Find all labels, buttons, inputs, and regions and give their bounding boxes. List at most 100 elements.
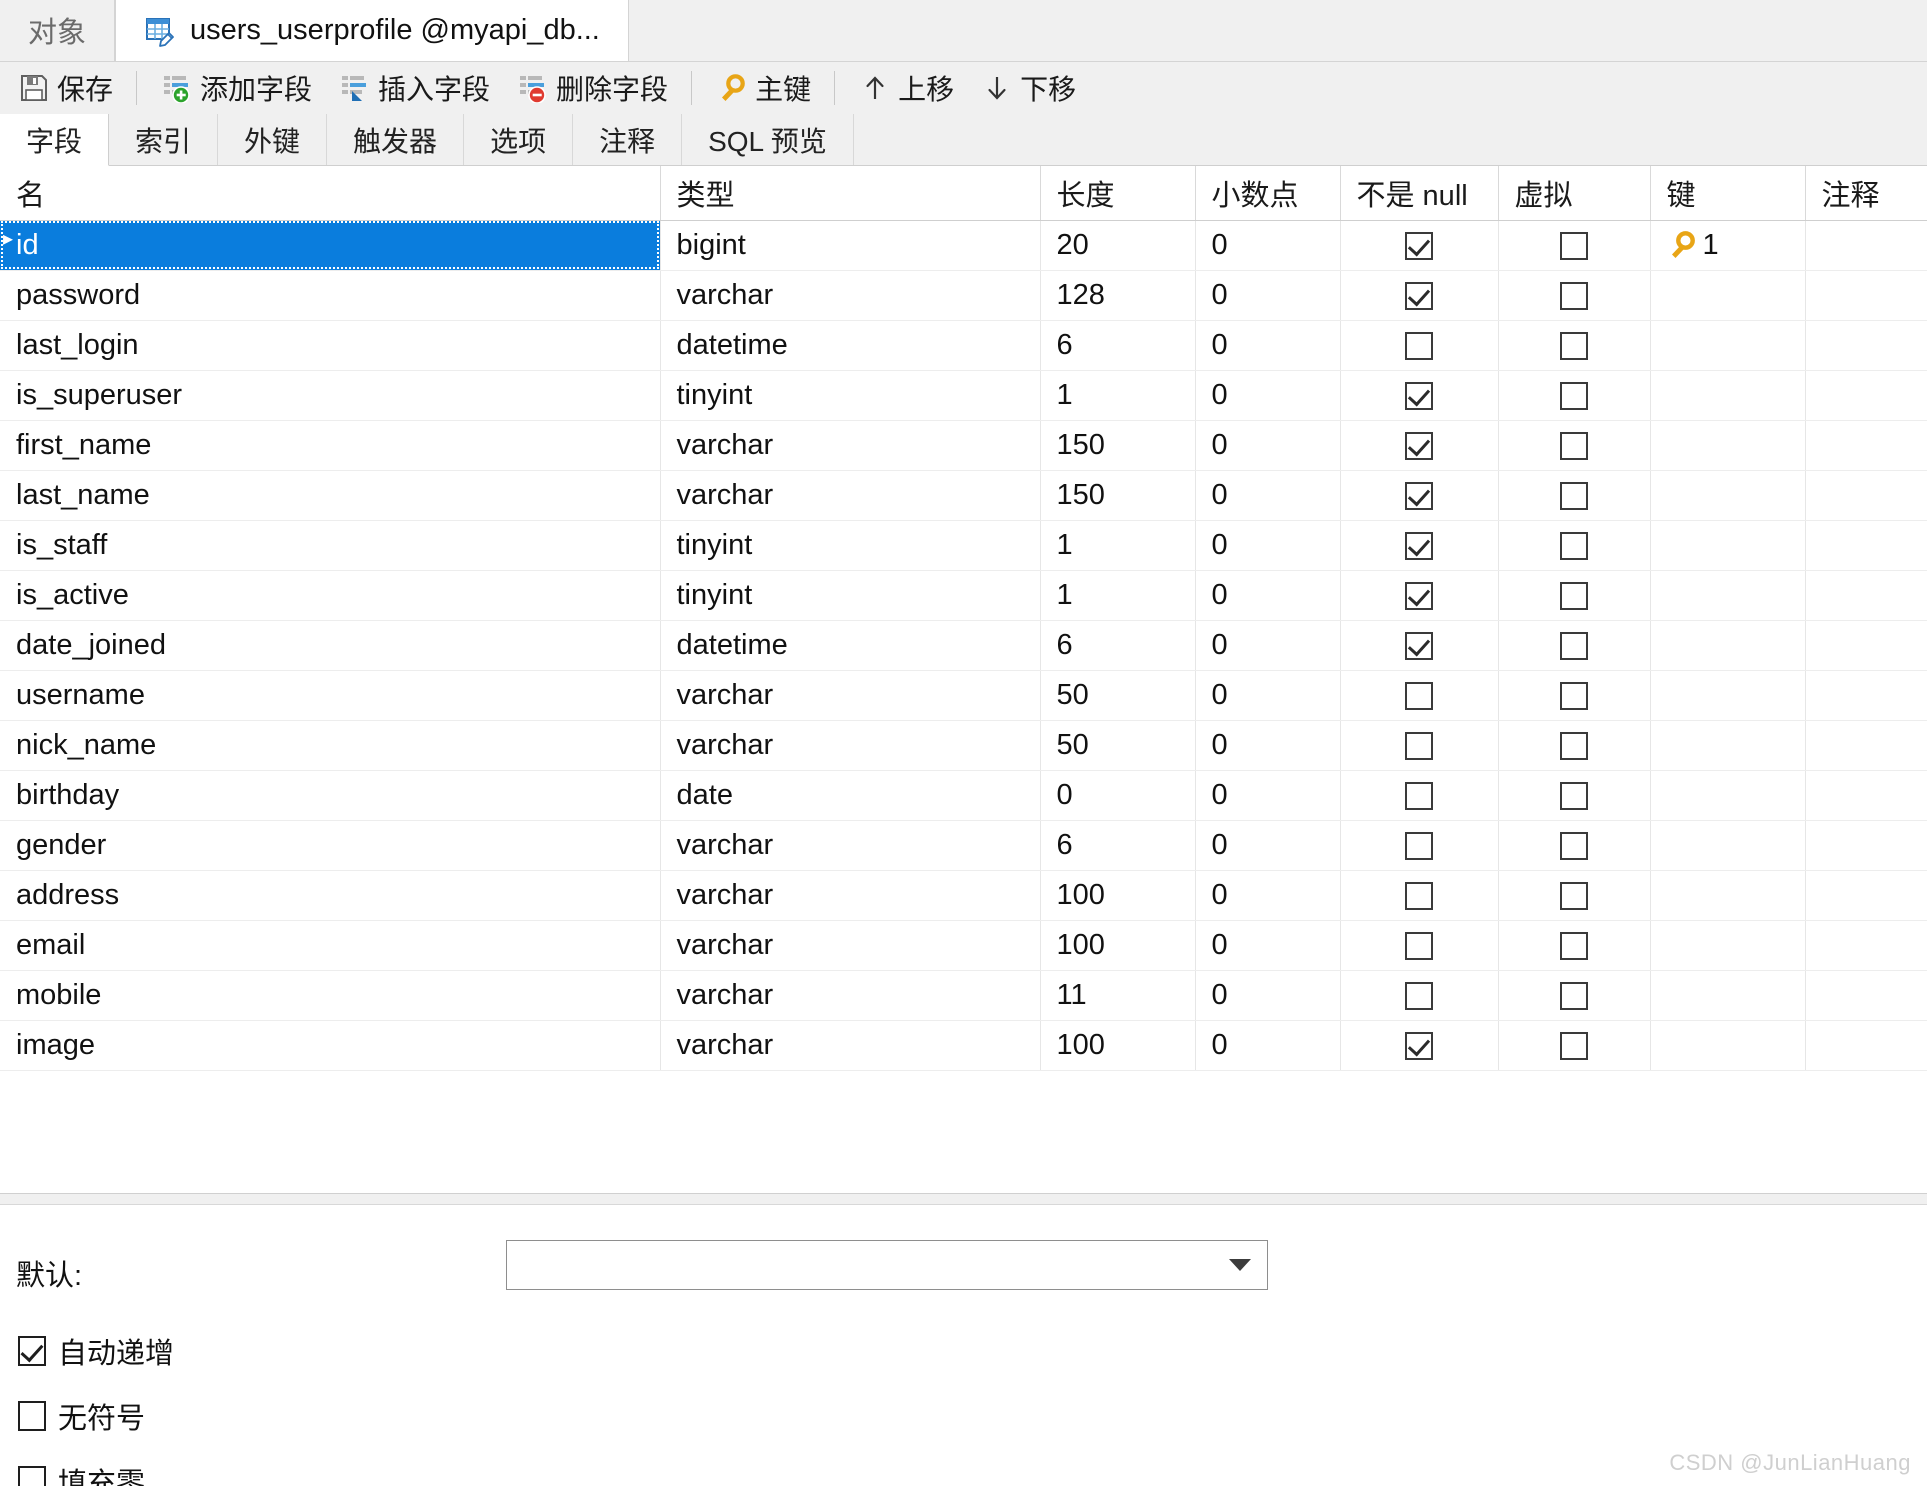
- cell-comment[interactable]: [1805, 620, 1927, 671]
- table-row[interactable]: is_superuser tinyint 1 0: [0, 370, 1927, 421]
- cell-key[interactable]: [1650, 420, 1806, 471]
- table-row[interactable]: birthday date 0 0: [0, 770, 1927, 821]
- tab-comment[interactable]: 注释: [573, 114, 683, 165]
- column-header-key[interactable]: 键: [1650, 166, 1806, 221]
- cell-not-null[interactable]: [1340, 670, 1499, 721]
- cell-field-type[interactable]: tinyint: [660, 570, 1041, 621]
- add-field-button[interactable]: 添加字段: [147, 65, 325, 111]
- cell-virtual[interactable]: [1498, 520, 1651, 571]
- cell-field-type[interactable]: varchar: [660, 920, 1041, 971]
- cell-key[interactable]: [1650, 570, 1806, 621]
- cell-field-name[interactable]: email: [0, 920, 661, 971]
- cell-not-null[interactable]: [1340, 770, 1499, 821]
- cell-key[interactable]: [1650, 770, 1806, 821]
- window-tab-table-designer[interactable]: users_userprofile @myapi_db...: [115, 0, 629, 61]
- cell-not-null[interactable]: [1340, 220, 1499, 271]
- cell-comment[interactable]: [1805, 970, 1927, 1021]
- delete-field-button[interactable]: 删除字段: [503, 65, 681, 111]
- cell-not-null[interactable]: [1340, 970, 1499, 1021]
- move-down-button[interactable]: 下移: [967, 65, 1089, 111]
- insert-field-button[interactable]: 插入字段: [325, 65, 503, 111]
- cell-field-length[interactable]: 1: [1040, 570, 1196, 621]
- cell-comment[interactable]: [1805, 470, 1927, 521]
- cell-field-length[interactable]: 50: [1040, 670, 1196, 721]
- not-null-checkbox[interactable]: [1405, 481, 1433, 510]
- cell-field-decimals[interactable]: 0: [1195, 520, 1341, 571]
- not-null-checkbox[interactable]: [1405, 1031, 1433, 1060]
- cell-field-type[interactable]: varchar: [660, 420, 1041, 471]
- table-row[interactable]: date_joined datetime 6 0: [0, 620, 1927, 671]
- cell-field-type[interactable]: varchar: [660, 670, 1041, 721]
- cell-field-decimals[interactable]: 0: [1195, 470, 1341, 521]
- unsigned-option[interactable]: 无符号: [18, 1395, 145, 1437]
- cell-key[interactable]: [1650, 520, 1806, 571]
- cell-comment[interactable]: [1805, 370, 1927, 421]
- primary-key-button[interactable]: 主键: [702, 65, 824, 111]
- cell-field-name[interactable]: date_joined: [0, 620, 661, 671]
- cell-not-null[interactable]: [1340, 1020, 1499, 1071]
- cell-field-name[interactable]: first_name: [0, 420, 661, 471]
- cell-field-length[interactable]: 20: [1040, 220, 1196, 271]
- cell-field-name[interactable]: birthday: [0, 770, 661, 821]
- cell-field-length[interactable]: 6: [1040, 620, 1196, 671]
- tab-options[interactable]: 选项: [464, 114, 574, 165]
- cell-field-name[interactable]: is_staff: [0, 520, 661, 571]
- virtual-checkbox[interactable]: [1560, 981, 1588, 1010]
- cell-field-length[interactable]: 150: [1040, 470, 1196, 521]
- panel-splitter[interactable]: [0, 1193, 1927, 1205]
- cell-virtual[interactable]: [1498, 820, 1651, 871]
- column-header-not-null[interactable]: 不是 null: [1340, 166, 1499, 221]
- cell-virtual[interactable]: [1498, 270, 1651, 321]
- cell-key[interactable]: [1650, 670, 1806, 721]
- cell-field-name[interactable]: nick_name: [0, 720, 661, 771]
- cell-not-null[interactable]: [1340, 370, 1499, 421]
- cell-field-decimals[interactable]: 0: [1195, 1020, 1341, 1071]
- table-row[interactable]: image varchar 100 0: [0, 1020, 1927, 1071]
- virtual-checkbox[interactable]: [1560, 331, 1588, 360]
- tab-triggers[interactable]: 触发器: [327, 114, 465, 165]
- column-header-decimals[interactable]: 小数点: [1195, 166, 1341, 221]
- cell-field-type[interactable]: varchar: [660, 270, 1041, 321]
- auto-increment-option[interactable]: 自动递增: [18, 1330, 174, 1372]
- tab-sql-preview[interactable]: SQL 预览: [682, 114, 854, 165]
- not-null-checkbox[interactable]: [1405, 831, 1433, 860]
- cell-field-name[interactable]: last_login: [0, 320, 661, 371]
- not-null-checkbox[interactable]: [1405, 681, 1433, 710]
- cell-key[interactable]: 1: [1650, 220, 1806, 271]
- cell-key[interactable]: [1650, 970, 1806, 1021]
- cell-field-decimals[interactable]: 0: [1195, 870, 1341, 921]
- table-row[interactable]: username varchar 50 0: [0, 670, 1927, 721]
- cell-comment[interactable]: [1805, 220, 1927, 271]
- cell-comment[interactable]: [1805, 320, 1927, 371]
- cell-field-type[interactable]: tinyint: [660, 370, 1041, 421]
- virtual-checkbox[interactable]: [1560, 481, 1588, 510]
- virtual-checkbox[interactable]: [1560, 381, 1588, 410]
- cell-comment[interactable]: [1805, 1020, 1927, 1071]
- cell-key[interactable]: [1650, 920, 1806, 971]
- cell-key[interactable]: [1650, 620, 1806, 671]
- column-header-type[interactable]: 类型: [660, 166, 1041, 221]
- cell-key[interactable]: [1650, 320, 1806, 371]
- cell-field-type[interactable]: datetime: [660, 320, 1041, 371]
- cell-field-length[interactable]: 100: [1040, 1020, 1196, 1071]
- table-row[interactable]: last_login datetime 6 0: [0, 320, 1927, 371]
- virtual-checkbox[interactable]: [1560, 681, 1588, 710]
- cell-field-decimals[interactable]: 0: [1195, 620, 1341, 671]
- cell-key[interactable]: [1650, 370, 1806, 421]
- cell-field-name[interactable]: image: [0, 1020, 661, 1071]
- not-null-checkbox[interactable]: [1405, 381, 1433, 410]
- move-up-button[interactable]: 上移: [845, 65, 967, 111]
- cell-field-length[interactable]: 6: [1040, 320, 1196, 371]
- cell-field-name[interactable]: mobile: [0, 970, 661, 1021]
- cell-field-type[interactable]: datetime: [660, 620, 1041, 671]
- virtual-checkbox[interactable]: [1560, 731, 1588, 760]
- cell-field-decimals[interactable]: 0: [1195, 270, 1341, 321]
- column-header-name[interactable]: 名: [0, 166, 661, 221]
- table-row[interactable]: password varchar 128 0: [0, 270, 1927, 321]
- cell-field-type[interactable]: varchar: [660, 870, 1041, 921]
- cell-not-null[interactable]: [1340, 270, 1499, 321]
- cell-field-decimals[interactable]: 0: [1195, 320, 1341, 371]
- cell-field-type[interactable]: varchar: [660, 470, 1041, 521]
- unsigned-checkbox[interactable]: [18, 1401, 46, 1431]
- cell-virtual[interactable]: [1498, 370, 1651, 421]
